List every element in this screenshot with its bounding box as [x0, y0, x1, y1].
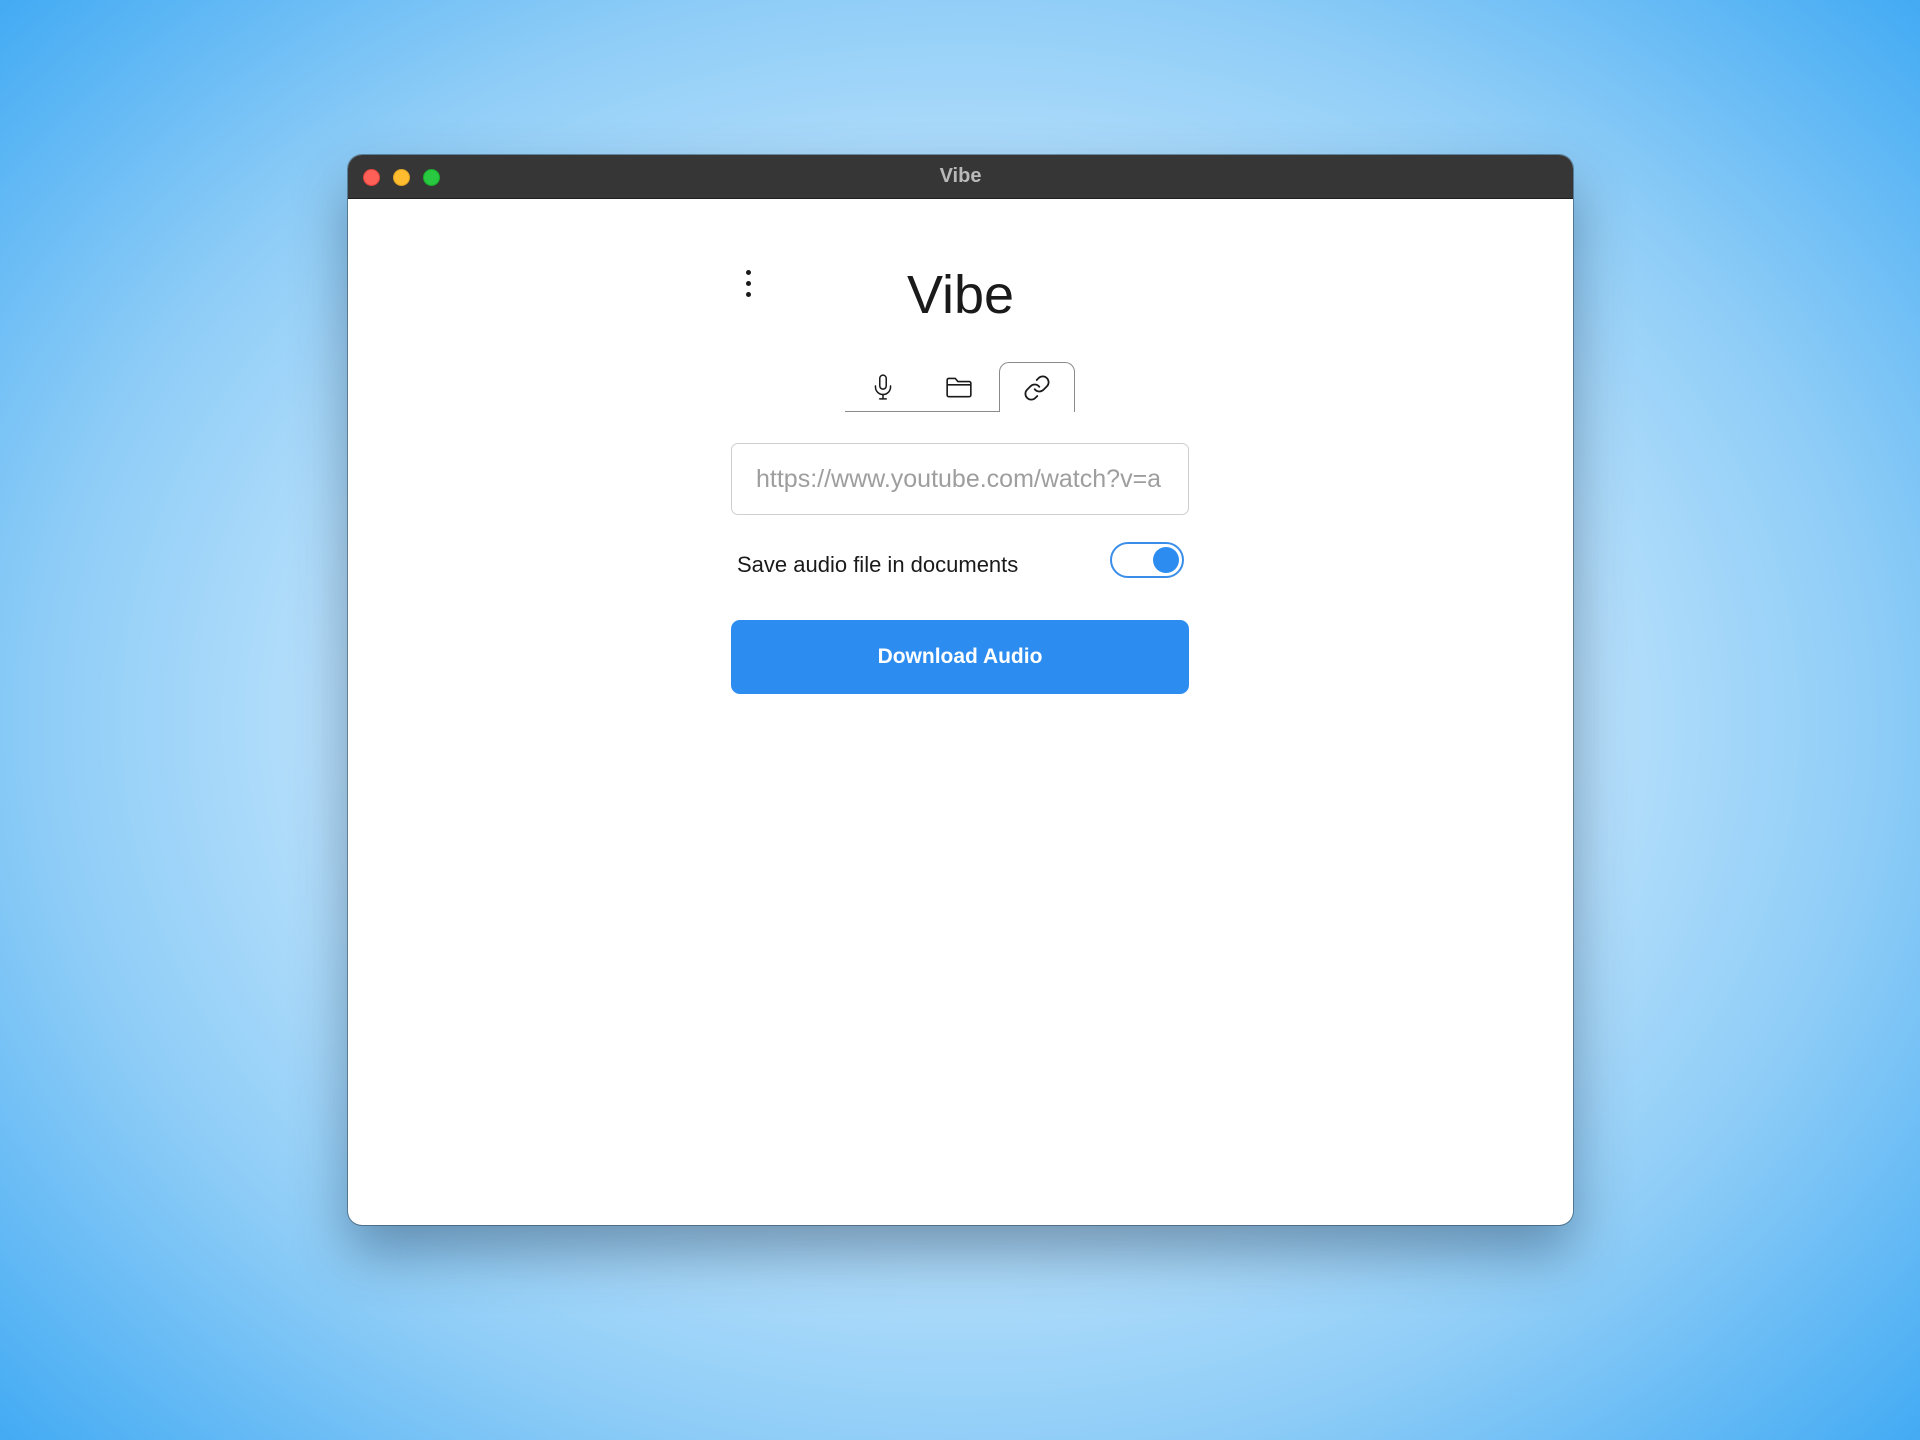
microphone-icon [874, 374, 892, 400]
tab-file[interactable] [921, 362, 997, 412]
save-audio-toggle[interactable] [1110, 542, 1184, 578]
save-audio-label: Save audio file in documents [737, 552, 1019, 577]
app-title: Vibe [906, 265, 1015, 325]
tab-link[interactable] [999, 362, 1075, 412]
source-tabs [845, 362, 1075, 412]
title-bar[interactable]: Vibe [348, 155, 1573, 199]
download-audio-button[interactable]: Download Audio [731, 620, 1189, 694]
link-icon [1024, 375, 1050, 400]
toggle-knob [1153, 547, 1179, 573]
folder-icon [946, 377, 972, 398]
url-input[interactable] [731, 443, 1189, 515]
window-title: Vibe [939, 165, 982, 187]
tab-record[interactable] [845, 362, 921, 412]
app-window: Vibe Vibe https://www.youtube.com/watch?… [348, 155, 1573, 1225]
